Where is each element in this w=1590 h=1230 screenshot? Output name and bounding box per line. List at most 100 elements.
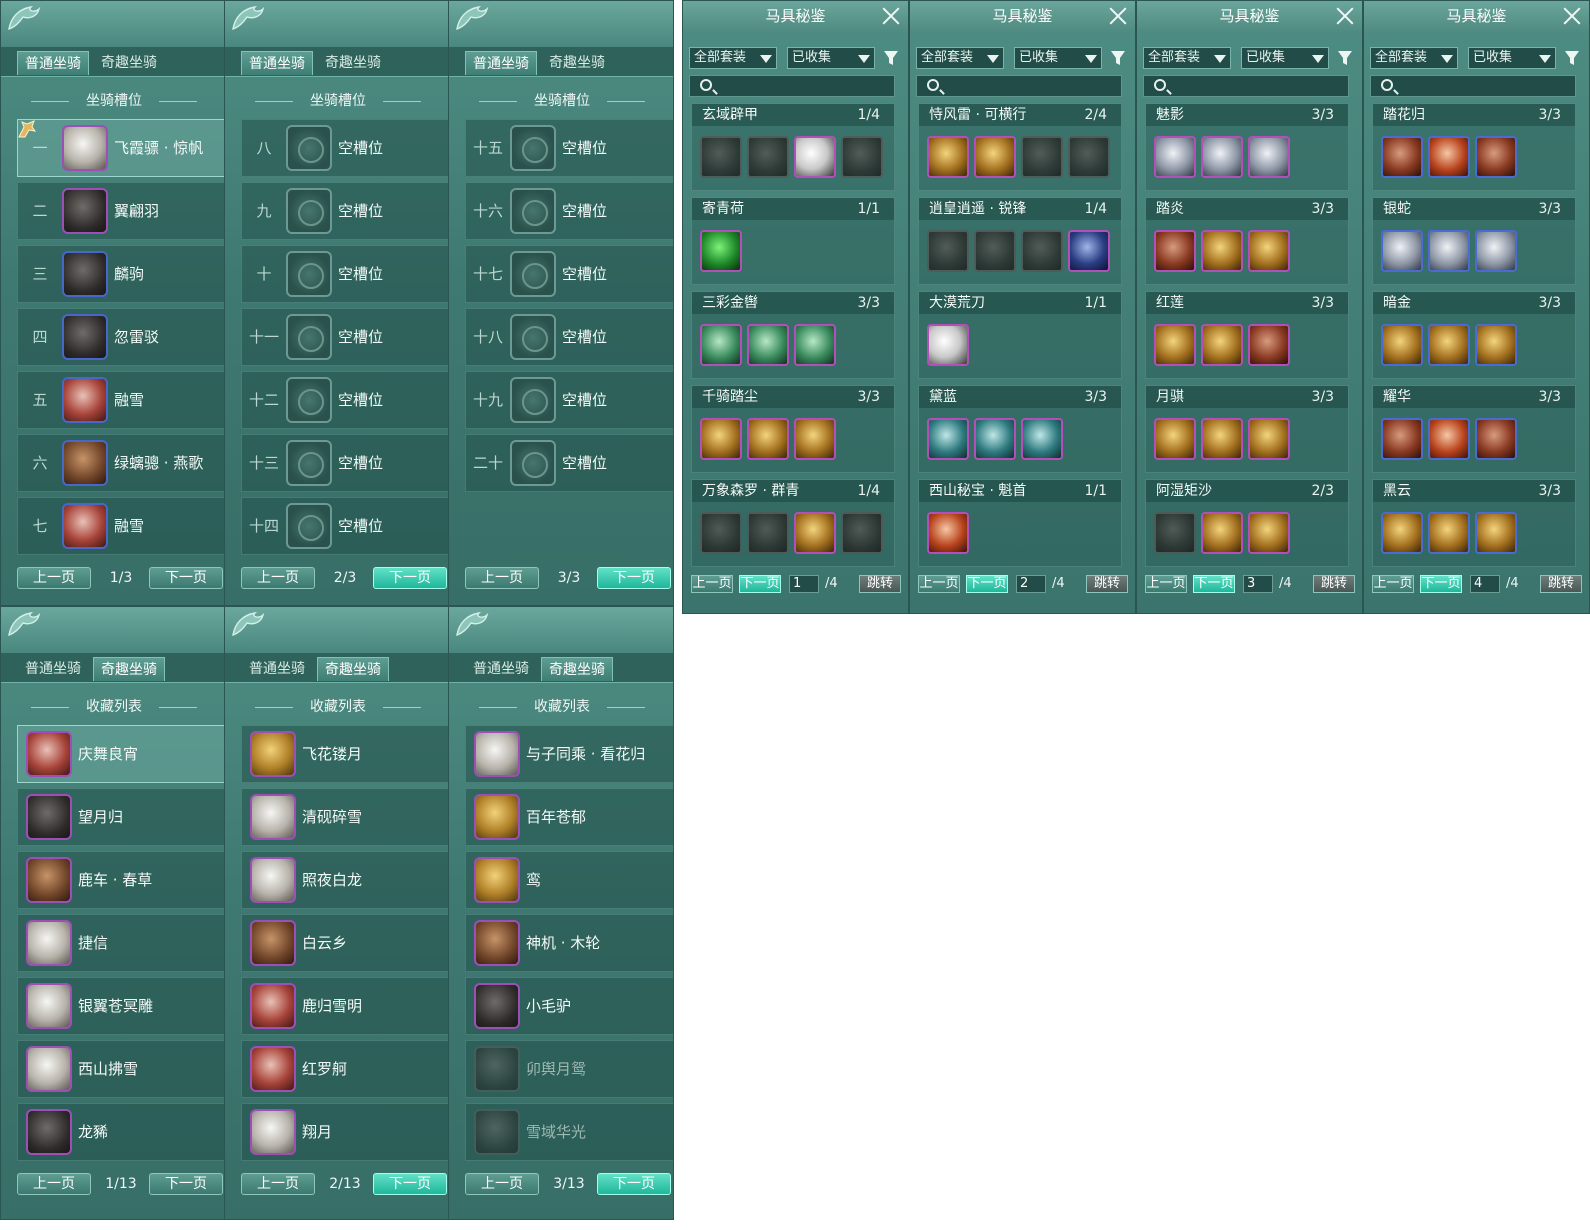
harness-piece-icon[interactable]: [841, 512, 883, 554]
prev-page-button[interactable]: 上一页: [691, 575, 733, 593]
close-icon[interactable]: [1107, 5, 1129, 27]
collection-item[interactable]: 望月归: [17, 788, 225, 846]
search-input[interactable]: [689, 75, 895, 97]
prev-page-button[interactable]: 上一页: [17, 567, 91, 589]
harness-piece-icon[interactable]: [1248, 512, 1290, 554]
harness-piece-icon[interactable]: [747, 418, 789, 460]
mount-slot[interactable]: 九 空槽位: [241, 182, 449, 240]
next-page-button[interactable]: 下一页: [373, 567, 447, 589]
harness-piece-icon[interactable]: [1154, 136, 1196, 178]
suit-filter-dropdown[interactable]: 全部套装: [1370, 47, 1458, 69]
tab-fun-mounts[interactable]: 奇趣坐骑: [541, 657, 613, 681]
prev-page-button[interactable]: 上一页: [1372, 575, 1414, 593]
harness-piece-icon[interactable]: [1475, 136, 1517, 178]
collection-item[interactable]: 白云乡: [241, 914, 449, 972]
suit-filter-dropdown[interactable]: 全部套装: [916, 47, 1004, 69]
harness-piece-icon[interactable]: [794, 136, 836, 178]
harness-piece-icon[interactable]: [1428, 136, 1470, 178]
tab-normal-mounts[interactable]: 普通坐骑: [17, 657, 89, 681]
harness-piece-icon[interactable]: [927, 136, 969, 178]
tab-fun-mounts[interactable]: 奇趣坐骑: [93, 51, 165, 75]
harness-piece-icon[interactable]: [1154, 512, 1196, 554]
tab-fun-mounts[interactable]: 奇趣坐骑: [317, 657, 389, 681]
harness-piece-icon[interactable]: [841, 136, 883, 178]
collection-item[interactable]: 翔月: [241, 1103, 449, 1161]
mount-slot[interactable]: 五 融雪: [17, 371, 225, 429]
harness-piece-icon[interactable]: [1428, 512, 1470, 554]
owned-filter-dropdown[interactable]: 已收集: [1241, 47, 1329, 69]
collection-item[interactable]: 百年苍郁: [465, 788, 673, 846]
harness-piece-icon[interactable]: [700, 512, 742, 554]
harness-piece-icon[interactable]: [1201, 324, 1243, 366]
harness-piece-icon[interactable]: [1381, 136, 1423, 178]
tab-fun-mounts[interactable]: 奇趣坐骑: [541, 51, 613, 75]
mount-slot[interactable]: 二十 空槽位: [465, 434, 673, 492]
harness-piece-icon[interactable]: [1021, 136, 1063, 178]
mount-slot[interactable]: 三 麟驹: [17, 245, 225, 303]
harness-piece-icon[interactable]: [927, 418, 969, 460]
harness-piece-icon[interactable]: [1248, 324, 1290, 366]
next-page-button[interactable]: 下一页: [597, 567, 671, 589]
prev-page-button[interactable]: 上一页: [241, 567, 315, 589]
mount-slot[interactable]: 八 空槽位: [241, 119, 449, 177]
prev-page-button[interactable]: 上一页: [465, 1173, 539, 1195]
harness-piece-icon[interactable]: [700, 230, 742, 272]
harness-piece-icon[interactable]: [1475, 512, 1517, 554]
harness-piece-icon[interactable]: [1428, 230, 1470, 272]
mount-slot[interactable]: 十五 空槽位: [465, 119, 673, 177]
collection-item[interactable]: 神机 · 木轮: [465, 914, 673, 972]
harness-piece-icon[interactable]: [1381, 324, 1423, 366]
owned-filter-dropdown[interactable]: 已收集: [787, 47, 875, 69]
funnel-filter-icon[interactable]: [1337, 49, 1353, 67]
page-number-input[interactable]: 4: [1470, 575, 1500, 593]
suit-filter-dropdown[interactable]: 全部套装: [689, 47, 777, 69]
collection-item[interactable]: 鹿归雪明: [241, 977, 449, 1035]
mount-slot[interactable]: 七 融雪: [17, 497, 225, 555]
harness-piece-icon[interactable]: [974, 418, 1016, 460]
prev-page-button[interactable]: 上一页: [918, 575, 960, 593]
search-input[interactable]: [1370, 75, 1576, 97]
collection-item[interactable]: 红罗舸: [241, 1040, 449, 1098]
mount-slot[interactable]: 二 翼翩羽: [17, 182, 225, 240]
tab-normal-mounts[interactable]: 普通坐骑: [17, 51, 89, 75]
harness-piece-icon[interactable]: [1201, 136, 1243, 178]
search-input[interactable]: [916, 75, 1122, 97]
next-page-button[interactable]: 下一页: [149, 1173, 223, 1195]
search-input[interactable]: [1143, 75, 1349, 97]
tab-normal-mounts[interactable]: 普通坐骑: [465, 51, 537, 75]
collection-item[interactable]: 与子同乘 · 看花归: [465, 725, 673, 783]
collection-item[interactable]: 鹿车 · 春草: [17, 851, 225, 909]
funnel-filter-icon[interactable]: [1110, 49, 1126, 67]
harness-piece-icon[interactable]: [1248, 230, 1290, 272]
mount-slot[interactable]: 十八 空槽位: [465, 308, 673, 366]
harness-piece-icon[interactable]: [1475, 230, 1517, 272]
mount-slot[interactable]: 十一 空槽位: [241, 308, 449, 366]
harness-piece-icon[interactable]: [927, 324, 969, 366]
tab-normal-mounts[interactable]: 普通坐骑: [241, 51, 313, 75]
harness-piece-icon[interactable]: [747, 136, 789, 178]
next-page-button[interactable]: 下一页: [966, 575, 1008, 593]
mount-slot[interactable]: 四 忽雷驳: [17, 308, 225, 366]
mount-slot[interactable]: 十 空槽位: [241, 245, 449, 303]
close-icon[interactable]: [1334, 5, 1356, 27]
harness-piece-icon[interactable]: [1068, 136, 1110, 178]
next-page-button[interactable]: 下一页: [1193, 575, 1235, 593]
harness-piece-icon[interactable]: [1248, 418, 1290, 460]
collection-item[interactable]: 卯舆月鸳: [465, 1040, 673, 1098]
harness-piece-icon[interactable]: [700, 324, 742, 366]
harness-piece-icon[interactable]: [974, 230, 1016, 272]
harness-piece-icon[interactable]: [1201, 418, 1243, 460]
harness-piece-icon[interactable]: [700, 418, 742, 460]
harness-piece-icon[interactable]: [1154, 324, 1196, 366]
next-page-button[interactable]: 下一页: [1420, 575, 1462, 593]
mount-slot[interactable]: 十三 空槽位: [241, 434, 449, 492]
collection-item[interactable]: 龙豨: [17, 1103, 225, 1161]
jump-button[interactable]: 跳转: [1086, 575, 1128, 593]
harness-piece-icon[interactable]: [794, 512, 836, 554]
page-number-input[interactable]: 1: [789, 575, 819, 593]
next-page-button[interactable]: 下一页: [597, 1173, 671, 1195]
harness-piece-icon[interactable]: [927, 230, 969, 272]
harness-piece-icon[interactable]: [794, 324, 836, 366]
harness-piece-icon[interactable]: [700, 136, 742, 178]
harness-piece-icon[interactable]: [974, 136, 1016, 178]
